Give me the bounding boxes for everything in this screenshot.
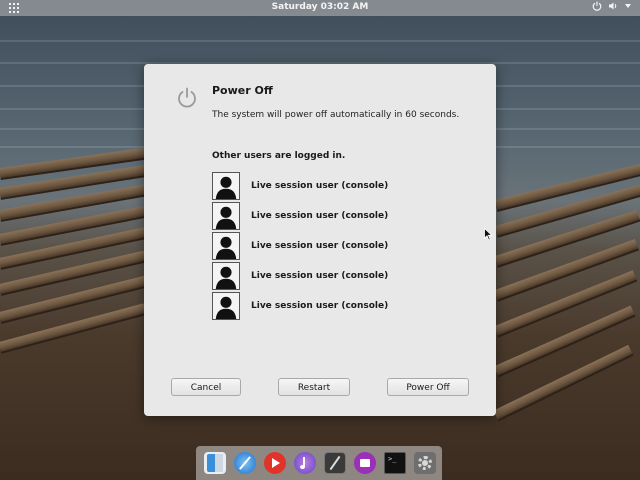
- video-player-icon[interactable]: [264, 452, 286, 474]
- power-off-button[interactable]: Power Off: [387, 378, 469, 396]
- user-name: Live session user (console): [251, 181, 389, 191]
- user-silhouette-icon: [212, 292, 240, 320]
- mouse-cursor-icon: [484, 228, 493, 241]
- list-item: Live session user (console): [212, 202, 452, 232]
- users-heading: Other users are logged in.: [212, 151, 346, 161]
- music-player-icon[interactable]: [294, 452, 316, 474]
- user-name: Live session user (console): [251, 301, 389, 311]
- top-panel: Saturday 03:02 AM: [0, 0, 640, 16]
- user-name: Live session user (console): [251, 211, 389, 221]
- settings-icon[interactable]: [414, 452, 436, 474]
- power-icon[interactable]: [592, 1, 602, 11]
- logged-in-users-list: Live session user (console) Live session…: [212, 172, 452, 322]
- dock: >_: [196, 446, 442, 480]
- user-name: Live session user (console): [251, 241, 389, 251]
- user-name: Live session user (console): [251, 271, 389, 281]
- restart-button[interactable]: Restart: [278, 378, 350, 396]
- system-tray: [592, 1, 632, 11]
- power-off-dialog: Power Off The system will power off auto…: [144, 64, 496, 416]
- user-silhouette-icon: [212, 262, 240, 290]
- files-icon[interactable]: [204, 452, 226, 474]
- volume-icon[interactable]: [608, 1, 618, 11]
- user-silhouette-icon: [212, 232, 240, 260]
- list-item: Live session user (console): [212, 292, 452, 322]
- terminal-icon[interactable]: >_: [384, 452, 406, 474]
- cancel-button[interactable]: Cancel: [171, 378, 241, 396]
- list-item: Live session user (console): [212, 232, 452, 262]
- user-silhouette-icon: [212, 202, 240, 230]
- dialog-title: Power Off: [212, 84, 273, 97]
- dialog-message: The system will power off automatically …: [212, 110, 460, 120]
- list-item: Live session user (console): [212, 172, 452, 202]
- user-silhouette-icon: [212, 172, 240, 200]
- clock[interactable]: Saturday 03:02 AM: [0, 2, 640, 12]
- notes-icon[interactable]: [324, 452, 346, 474]
- app-center-icon[interactable]: [354, 452, 376, 474]
- list-item: Live session user (console): [212, 262, 452, 292]
- browser-icon[interactable]: [234, 452, 256, 474]
- power-icon: [178, 87, 196, 108]
- chevron-down-icon[interactable]: [624, 1, 632, 11]
